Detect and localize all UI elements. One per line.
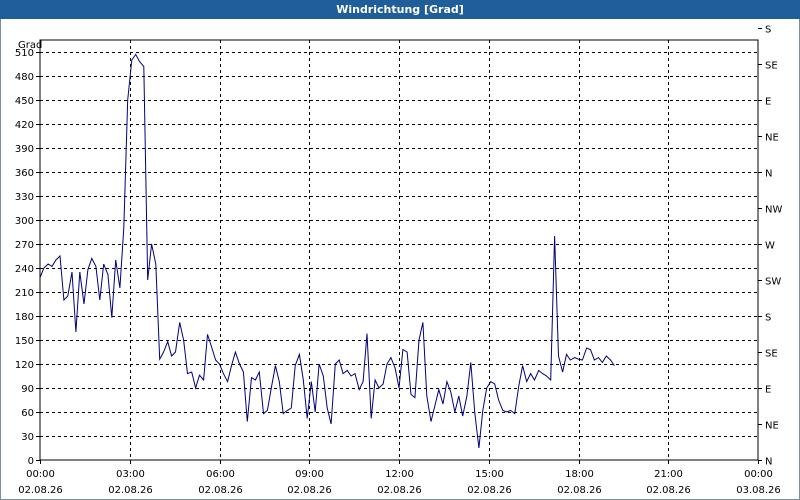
right-tick-label: SW [765,277,781,288]
y-tick-label: 30 [21,432,34,443]
x-tick-date: 02.08.26 [557,485,602,496]
right-tick-label: SE [765,61,778,72]
grid-lines [40,40,758,460]
x-tick-date: 02.08.26 [646,485,691,496]
y-axis-right: N NE E SE S SW W NW N NE E SE S [758,25,782,468]
y-tick-label: 480 [15,72,34,83]
x-tick-date: 02.08.26 [287,485,332,496]
right-tick-label: SE [765,349,778,360]
y-tick-label: 450 [15,96,34,107]
y-tick-label: 240 [15,264,34,275]
x-tick-date: 02.08.26 [198,485,243,496]
y-tick-label: 390 [15,144,34,155]
x-axis: 00:00 02.08.26 03:00 02.08.26 06:00 02.08.26 0… [18,460,781,496]
x-tick-time: 12:00 [385,469,414,480]
x-tick-time: 15:00 [475,469,504,480]
x-tick-date: 03.08.26 [736,485,781,496]
x-tick-date: 02.08.26 [108,485,153,496]
x-tick-date: 02.08.26 [377,485,422,496]
y-tick-label: 60 [21,408,34,419]
y-tick-label: 360 [15,168,34,179]
x-tick-time: 21:00 [654,469,683,480]
right-tick-label: N [765,457,772,468]
y-tick-label: 150 [15,336,34,347]
x-tick-time: 03:00 [116,469,145,480]
right-tick-label: E [765,97,771,108]
x-tick-time: 06:00 [206,469,235,480]
right-tick-label: N [765,169,772,180]
x-tick-time: 00:00 [744,469,773,480]
y-tick-label: 120 [15,360,34,371]
y-tick-label: 0 [28,456,34,467]
x-tick-time: 18:00 [565,469,594,480]
y-tick-label: 330 [15,192,34,203]
x-tick-date: 02.08.26 [18,485,63,496]
right-tick-label: S [765,313,771,324]
y-tick-label: 270 [15,240,34,251]
y-tick-label: 90 [21,384,34,395]
y-tick-label: 420 [15,120,34,131]
right-tick-label: E [765,385,771,396]
right-tick-label: W [765,241,775,252]
right-tick-label: NE [765,421,779,432]
x-tick-time: 09:00 [295,469,324,480]
right-tick-label: NW [765,205,782,216]
y-axis-label: Grad [18,40,42,51]
y-tick-label: 210 [15,288,34,299]
right-tick-label: NE [765,133,779,144]
y-tick-label: 180 [15,312,34,323]
wind-direction-chart: 0 30 60 90 120 150 180 210 240 270 300 330 360 390 420… [15,25,783,497]
y-tick-label: 300 [15,216,34,227]
x-tick-time: 00:00 [26,469,55,480]
right-tick-label: S [765,25,771,36]
y-axis-left: 0 30 60 90 120 150 180 210 240 270 300 330 360 390 420… [15,48,40,467]
x-tick-date: 02.08.26 [467,485,512,496]
